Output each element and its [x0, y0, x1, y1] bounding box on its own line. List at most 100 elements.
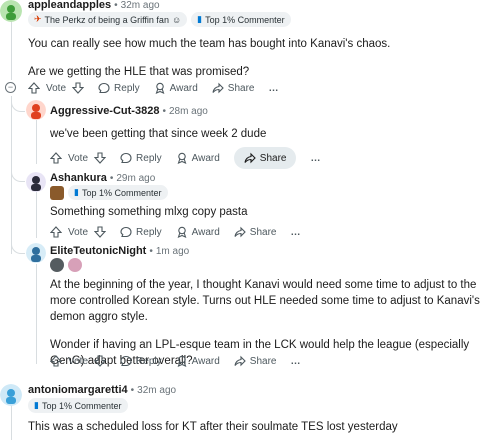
emoji-icon: ☺: [171, 14, 182, 25]
thread-line: [36, 192, 37, 238]
top-commenter-badge: ▮ Top 1% Commenter: [191, 12, 291, 27]
award-button[interactable]: Award: [176, 355, 220, 367]
share-icon: [244, 152, 256, 164]
comment-actions: Vote Reply Award Share …: [50, 147, 335, 169]
comment-paragraph: Something something mlxg copy pasta: [50, 206, 248, 218]
bar-chart-icon: ▮: [197, 14, 203, 24]
separator-dot: •: [162, 105, 166, 117]
share-icon: [212, 82, 224, 94]
user-flairs: ▮ Top 1% Commenter: [28, 398, 128, 413]
comment-time[interactable]: 29m ago: [116, 173, 155, 184]
more-options-button[interactable]: …: [310, 153, 321, 164]
avatar[interactable]: [0, 384, 22, 406]
comment-header: Aggressive-Cut-3828 • 28m ago: [50, 105, 208, 117]
thread-branch: [11, 96, 25, 112]
comment-author[interactable]: antoniomargaretti4: [28, 384, 128, 396]
award-label: Award: [169, 82, 198, 94]
upvote-icon[interactable]: [50, 152, 62, 164]
reply-label: Reply: [136, 355, 162, 367]
thread-line: [11, 20, 12, 80]
flair-text: Top 1% Commenter: [81, 187, 162, 198]
reply-label: Reply: [136, 152, 162, 164]
top-commenter-badge: ▮ Top 1% Commenter: [68, 185, 168, 200]
flair-text: Top 1% Commenter: [41, 400, 122, 411]
separator-dot: •: [130, 384, 135, 396]
share-button[interactable]: Share: [212, 82, 254, 94]
vote-label: Vote: [68, 226, 89, 238]
downvote-icon[interactable]: [94, 355, 107, 367]
reply-button[interactable]: Reply: [120, 226, 162, 238]
thread-branch: [11, 166, 25, 182]
upvote-icon[interactable]: [50, 226, 62, 238]
award-button[interactable]: Award: [176, 226, 220, 238]
upvote-icon[interactable]: [28, 82, 40, 94]
rocket-icon: ✈: [34, 14, 42, 24]
award-button[interactable]: Award: [154, 82, 198, 94]
bar-chart-icon: ▮: [74, 187, 79, 197]
thread-line: [36, 120, 37, 164]
comment-paragraph: we've been getting that since week 2 dud…: [50, 128, 267, 140]
downvote-icon[interactable]: [94, 226, 107, 238]
comment-time[interactable]: 32m ago: [137, 385, 176, 396]
comment-paragraph: You can really see how much the team has…: [28, 38, 391, 50]
reply-icon: [120, 226, 132, 238]
comment-header: antoniomargaretti4 • 32m ago: [28, 384, 176, 396]
reply-button[interactable]: Reply: [98, 82, 140, 94]
downvote-icon[interactable]: [94, 152, 107, 164]
vote-label: Vote: [46, 82, 67, 94]
share-icon: [234, 226, 246, 238]
share-button[interactable]: Share: [233, 147, 297, 169]
award-icon: [177, 226, 187, 238]
share-button[interactable]: Share: [234, 226, 276, 238]
comment-header: EliteTeutonicNight • 1m ago: [50, 245, 189, 257]
user-flair: ✈ The Perkz of being a Griffin fan ☺: [28, 12, 188, 27]
flair-image-icon: [50, 258, 64, 272]
more-options-button[interactable]: …: [268, 83, 279, 94]
flair-text: Top 1% Commenter: [205, 14, 285, 25]
comment-time[interactable]: 32m ago: [121, 0, 160, 11]
bar-chart-icon: ▮: [34, 400, 39, 410]
vote-control: Vote: [50, 152, 107, 164]
comment-paragraph: Are we getting the HLE that was promised…: [28, 66, 250, 78]
collapse-thread-button[interactable]: −: [5, 82, 16, 93]
avatar[interactable]: [0, 0, 22, 22]
share-button[interactable]: Share: [234, 355, 277, 367]
reply-icon: [120, 355, 132, 367]
user-flairs: ✈ The Perkz of being a Griffin fan ☺ ▮ T…: [28, 12, 291, 27]
separator-dot: •: [149, 245, 153, 257]
flair-image-icon: [50, 185, 64, 200]
avatar[interactable]: [26, 243, 46, 263]
comment-author[interactable]: appleandapples: [28, 0, 111, 11]
award-label: Award: [191, 355, 220, 367]
avatar[interactable]: [26, 172, 46, 192]
thread-line: [36, 264, 37, 364]
vote-label: Vote: [68, 355, 89, 367]
downvote-icon[interactable]: [72, 82, 85, 94]
flair-image-icon: [68, 258, 82, 272]
reply-button[interactable]: Reply: [120, 355, 162, 367]
reply-icon: [98, 82, 110, 94]
avatar[interactable]: [26, 100, 46, 120]
reply-icon: [120, 152, 132, 164]
comment-author[interactable]: Ashankura: [50, 172, 107, 184]
upvote-icon[interactable]: [50, 355, 62, 367]
vote-control: Vote: [28, 82, 85, 94]
comment-actions: Vote Reply Award Share …: [50, 355, 315, 367]
comment-author[interactable]: Aggressive-Cut-3828: [50, 105, 159, 117]
comment-header: appleandapples • 32m ago: [28, 0, 160, 11]
award-label: Award: [191, 226, 220, 238]
reply-button[interactable]: Reply: [120, 152, 162, 164]
separator-dot: •: [114, 0, 118, 11]
share-label: Share: [249, 355, 277, 367]
more-options-button[interactable]: …: [290, 227, 301, 238]
award-icon: [177, 152, 187, 164]
award-icon: [155, 82, 165, 94]
comment-author[interactable]: EliteTeutonicNight: [50, 245, 146, 257]
more-options-button[interactable]: …: [290, 356, 301, 367]
award-button[interactable]: Award: [176, 152, 220, 164]
comment-time[interactable]: 28m ago: [169, 106, 208, 117]
comment-time[interactable]: 1m ago: [156, 246, 189, 257]
vote-control: Vote: [50, 226, 107, 238]
award-label: Award: [191, 152, 220, 164]
top-commenter-badge: ▮ Top 1% Commenter: [28, 398, 128, 413]
